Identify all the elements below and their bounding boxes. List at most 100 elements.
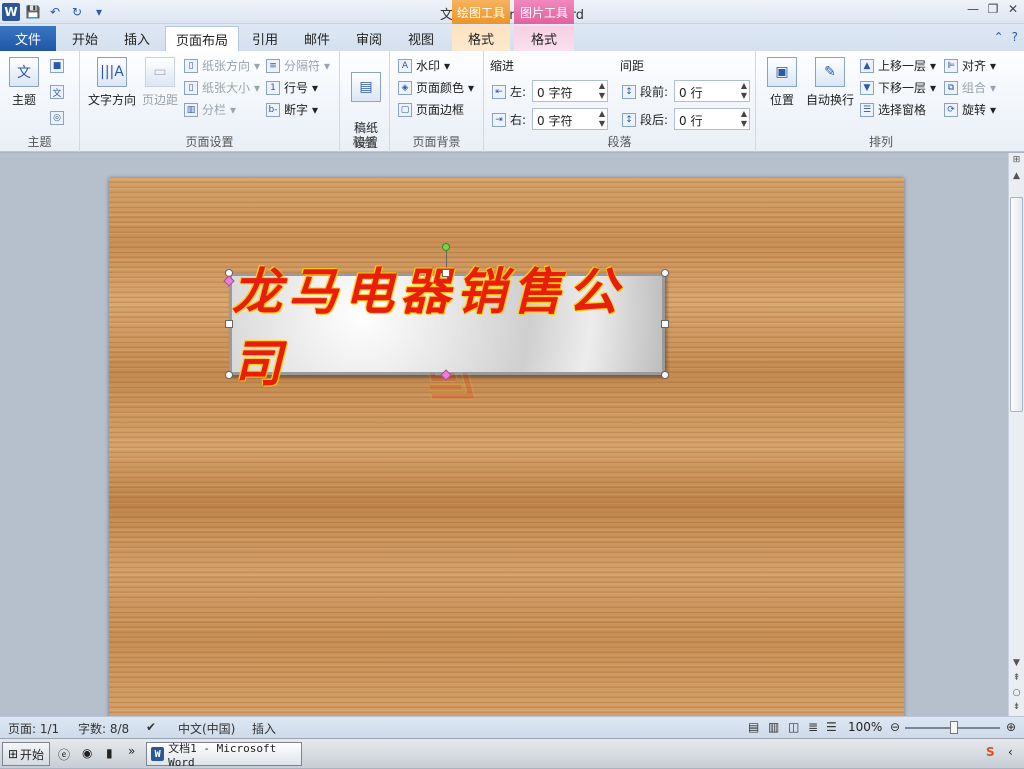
view-outline-icon[interactable]: ≣ <box>808 720 818 734</box>
restore-icon[interactable]: ❐ <box>986 2 1000 16</box>
group-draft: ▤ 稿纸 设置 稿纸 <box>340 51 390 152</box>
bring-forward-button[interactable]: ▲ 上移一层 ▾ <box>860 57 936 74</box>
next-page-icon[interactable]: ⇟ <box>1009 702 1024 712</box>
tray-expand-icon[interactable]: ‹ <box>1008 745 1013 759</box>
tab-mailings[interactable]: 邮件 <box>294 26 340 51</box>
status-page[interactable]: 页面: 1/1 <box>8 720 59 737</box>
zoom-out-icon[interactable]: ⊖ <box>890 720 900 734</box>
view-print-layout-icon[interactable]: ▤ <box>748 720 759 734</box>
scroll-down-icon[interactable]: ▼ <box>1009 658 1024 668</box>
resize-handle-right[interactable] <box>661 320 669 328</box>
proofing-icon[interactable]: ✔ <box>146 720 156 734</box>
watermark-button[interactable]: A 水印 ▾ <box>398 57 450 74</box>
wrap-text-button[interactable]: ✎ 自动换行 <box>804 57 856 108</box>
indent-right-value: 0 字符 <box>537 114 573 128</box>
rotate-button[interactable]: ⟳ 旋转 ▾ <box>944 101 996 118</box>
page-borders-button[interactable]: ▢ 页面边框 <box>398 101 464 118</box>
indent-left-input[interactable]: 0 字符 ▲ ▼ <box>532 80 608 102</box>
spacing-before-label: ↕ 段前: <box>622 83 668 100</box>
ruler-toggle-icon[interactable]: ⊞ <box>1009 155 1024 165</box>
position-button[interactable]: ▣ 位置 <box>764 57 800 108</box>
orientation-button[interactable]: ▯ 纸张方向 ▾ <box>184 57 260 74</box>
theme-colors-icon[interactable]: ■ <box>50 59 64 73</box>
resize-handle-bl[interactable] <box>225 371 233 379</box>
status-insert-mode[interactable]: 插入 <box>252 720 276 737</box>
status-language[interactable]: 中文(中国) <box>178 720 235 737</box>
view-web-icon[interactable]: ◫ <box>788 720 799 734</box>
themes-button-label: 主题 <box>11 93 36 107</box>
quicklaunch-more-icon[interactable]: » <box>128 744 135 758</box>
view-reading-icon[interactable]: ▥ <box>768 720 779 734</box>
selection-pane-button[interactable]: ☰ 选择窗格 <box>860 101 926 118</box>
group-objects-icon: ⧉ <box>944 80 958 95</box>
resize-handle-left[interactable] <box>225 320 233 328</box>
indent-right-icon: ⇥ <box>492 112 506 127</box>
resize-handle-br[interactable] <box>661 371 669 379</box>
hyphenation-button[interactable]: b- 断字 ▾ <box>266 101 318 118</box>
spacing-before-input[interactable]: 0 行 ▲ ▼ <box>674 80 750 102</box>
scroll-up-icon[interactable]: ▲ <box>1009 171 1024 181</box>
tab-insert[interactable]: 插入 <box>114 26 160 51</box>
tray-app-icon[interactable]: S <box>986 745 995 759</box>
align-button[interactable]: ⊫ 对齐 ▾ <box>944 57 996 74</box>
tab-format-drawing[interactable]: 格式 <box>452 26 510 51</box>
quicklaunch-browser-icon[interactable]: ◉ <box>82 746 92 760</box>
resize-handle-top[interactable] <box>442 269 450 277</box>
zoom-slider-thumb[interactable] <box>950 721 958 734</box>
zoom-level[interactable]: 100% <box>848 720 882 734</box>
vertical-scrollbar[interactable]: ⊞ ▲ ▼ ⇞ ○ ⇟ <box>1008 153 1024 716</box>
wordart-banner[interactable]: 龙马电器销售公司 <box>229 262 665 393</box>
spin-arrows-icon[interactable]: ▲ ▼ <box>741 109 747 129</box>
margins-icon: ▭ <box>145 57 175 87</box>
taskbar-word-button[interactable]: W 文档1 - Microsoft Word <box>146 742 302 769</box>
quicklaunch-ie-icon[interactable]: ⓔ <box>58 746 70 763</box>
theme-effects-icon[interactable]: ◎ <box>50 111 64 125</box>
document-page[interactable]: 龙马电器销售公司 龙马电器销售公司 <box>109 178 904 716</box>
prev-page-icon[interactable]: ⇞ <box>1009 673 1024 683</box>
status-word-count[interactable]: 字数: 8/8 <box>78 720 129 737</box>
rotation-handle[interactable] <box>442 243 450 251</box>
theme-fonts-icon[interactable]: 文 <box>50 85 64 99</box>
text-direction-button[interactable]: |||A 文字方向 <box>86 57 138 108</box>
indent-right-input[interactable]: 0 字符 ▲ ▼ <box>532 108 608 130</box>
tab-home[interactable]: 开始 <box>62 26 108 51</box>
wrap-text-label: 自动换行 <box>805 93 854 107</box>
spin-arrows-icon[interactable]: ▲ ▼ <box>599 109 605 129</box>
group-draft-label: 稿纸 <box>352 135 377 149</box>
tab-file[interactable]: 文件 <box>0 26 56 51</box>
selection-pane-label: 选择窗格 <box>878 103 927 117</box>
quicklaunch-media-icon[interactable]: ▮ <box>106 746 113 760</box>
tab-references[interactable]: 引用 <box>242 26 288 51</box>
group-objects-button[interactable]: ⧉ 组合 ▾ <box>944 79 996 96</box>
browse-object-icon[interactable]: ○ <box>1009 688 1024 698</box>
breaks-button[interactable]: ≡ 分隔符 ▾ <box>266 57 330 74</box>
help-icon[interactable]: ? <box>1012 30 1018 44</box>
close-icon[interactable]: ✕ <box>1006 2 1020 16</box>
zoom-in-icon[interactable]: ⊕ <box>1006 720 1016 734</box>
tab-view[interactable]: 视图 <box>398 26 444 51</box>
indent-right-text: 右: <box>510 113 527 127</box>
size-button[interactable]: ▯ 纸张大小 ▾ <box>184 79 260 96</box>
hyphenation-icon: b- <box>266 102 280 117</box>
minimize-ribbon-icon[interactable]: ⌃ <box>994 30 1004 44</box>
line-numbers-button[interactable]: 1 行号 ▾ <box>266 79 318 96</box>
columns-button[interactable]: ▥ 分栏 ▾ <box>184 101 236 118</box>
tab-format-picture[interactable]: 格式 <box>514 26 574 51</box>
tab-page-layout[interactable]: 页面布局 <box>165 26 240 51</box>
start-button[interactable]: ⊞ 开始 <box>2 742 50 766</box>
spacing-after-input[interactable]: 0 行 ▲ ▼ <box>674 108 750 130</box>
scroll-thumb[interactable] <box>1010 197 1023 412</box>
tab-review[interactable]: 审阅 <box>346 26 392 51</box>
window-title: 文档1 - Microsoft Word <box>440 8 584 23</box>
view-draft-icon[interactable]: ☰ <box>826 720 837 734</box>
spin-arrows-icon[interactable]: ▲ ▼ <box>599 81 605 101</box>
themes-button[interactable]: 文 主题 <box>6 57 42 108</box>
spin-arrows-icon[interactable]: ▲ ▼ <box>741 81 747 101</box>
line-numbers-icon: 1 <box>266 80 280 95</box>
page-color-button[interactable]: ◈ 页面颜色 ▾ <box>398 79 474 96</box>
margins-button[interactable]: ▭ 页边距 <box>140 57 180 108</box>
minimize-icon[interactable]: — <box>966 2 980 16</box>
resize-handle-tr[interactable] <box>661 269 669 277</box>
send-backward-button[interactable]: ▼ 下移一层 ▾ <box>860 79 936 96</box>
selection-pane-icon: ☰ <box>860 102 874 117</box>
